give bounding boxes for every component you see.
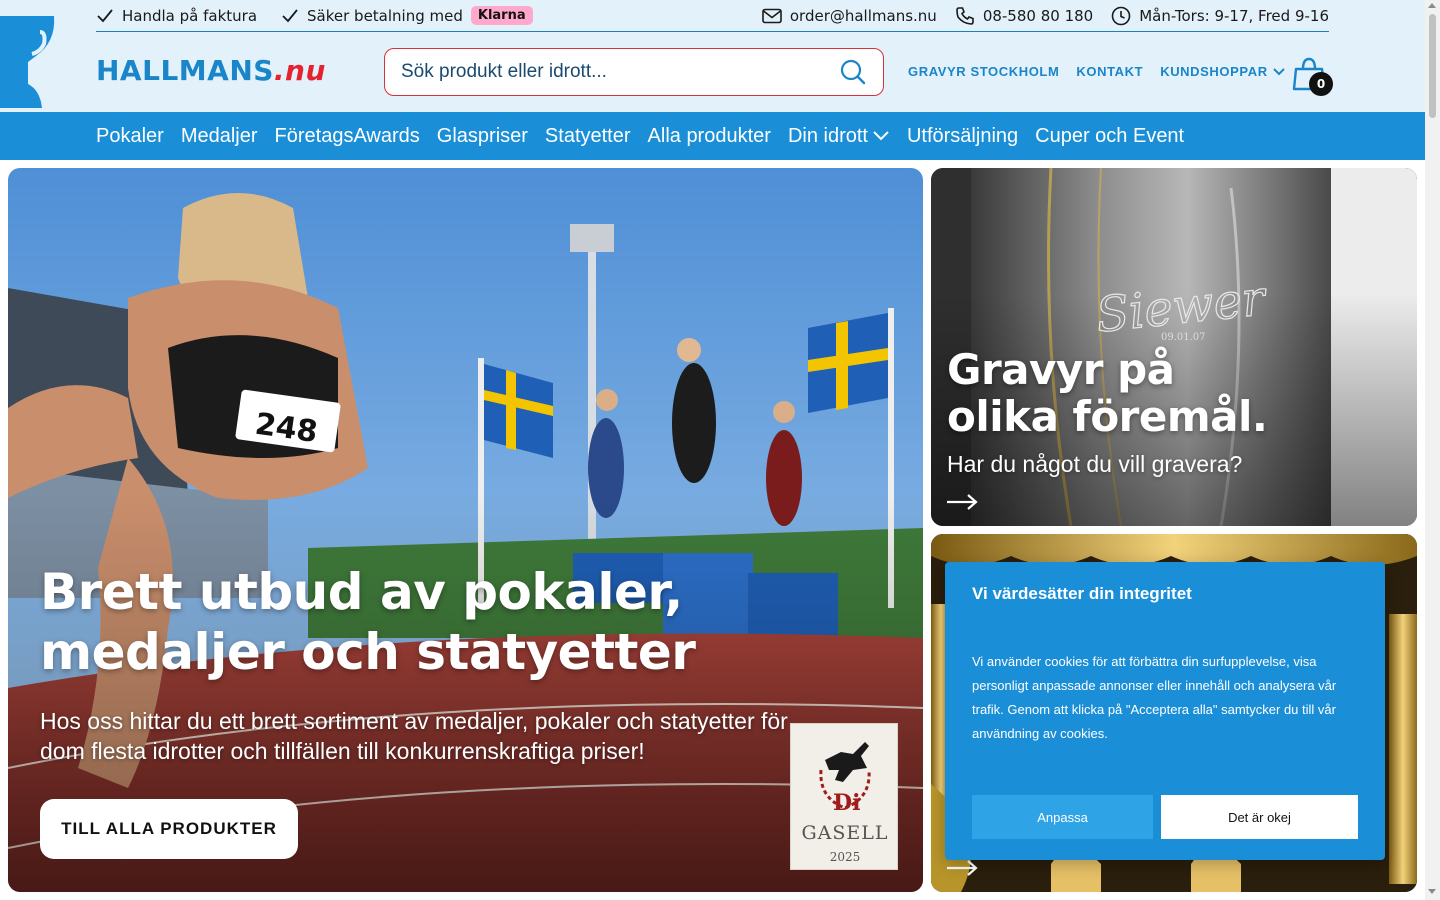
- arrow-right-icon[interactable]: [947, 493, 979, 511]
- hours-text: Mån-Tors: 9-17, Fred 9-16: [1139, 6, 1329, 25]
- badge-year: 2025: [829, 850, 861, 864]
- cookie-customize-button[interactable]: Anpassa: [972, 795, 1153, 839]
- customer-shops-dropdown[interactable]: KUNDSHOPPAR: [1160, 64, 1285, 79]
- badge-gasell-text: GASELL: [801, 822, 889, 844]
- header-links: GRAVYR STOCKHOLM KONTAKT KUNDSHOPPAR: [908, 64, 1303, 79]
- scroll-up-arrow-icon[interactable]: [1428, 3, 1436, 8]
- nav-item-alla-produkter[interactable]: Alla produkter: [648, 125, 771, 148]
- search-icon[interactable]: [839, 58, 867, 86]
- engraving-title-line1: Gravyr på: [947, 345, 1175, 394]
- scroll-down-arrow-icon[interactable]: [1428, 889, 1436, 894]
- all-products-button[interactable]: TILL ALLA PRODUKTER: [40, 799, 298, 859]
- nav-item-medaljer[interactable]: Medaljer: [181, 125, 258, 148]
- main-navigation: Pokaler Medaljer FöretagsAwards Glaspris…: [0, 112, 1425, 160]
- phone-number: 08-580 80 180: [982, 6, 1094, 25]
- page-scrollbar[interactable]: [1425, 0, 1440, 900]
- invoice-label: Handla på faktura: [122, 6, 258, 25]
- hero-banner[interactable]: 248 Brett utbud av pokaler, medaljer och…: [8, 168, 923, 892]
- checkmark-icon: [97, 8, 113, 22]
- engraving-card-subtitle: Har du något du vill gravera?: [947, 451, 1243, 477]
- checkmark-icon: [282, 8, 298, 22]
- engraving-card[interactable]: Siewer 09.01.07 Gravyr på olika föremål.…: [931, 168, 1417, 526]
- nav-item-cuper-och-event[interactable]: Cuper och Event: [1035, 125, 1184, 148]
- contact-link[interactable]: KONTAKT: [1076, 64, 1143, 79]
- chevron-down-icon: [1272, 67, 1285, 75]
- payment-label: Säker betalning med: [307, 6, 463, 25]
- search-box: [384, 48, 884, 96]
- mail-icon: [762, 8, 782, 23]
- gazelle-logo-icon: Di: [819, 742, 871, 816]
- nav-item-din-idrott[interactable]: Din idrott: [788, 125, 890, 148]
- cookie-body: Vi använder cookies för att förbättra di…: [972, 654, 1337, 741]
- email-link[interactable]: order@hallmans.nu: [762, 7, 937, 25]
- arrow-right-icon[interactable]: [947, 859, 979, 877]
- customer-shops-label: KUNDSHOPPAR: [1160, 64, 1268, 79]
- hero-athletics-image: 248: [8, 168, 923, 892]
- email-address: order@hallmans.nu: [789, 6, 937, 25]
- nav-din-idrott-label: Din idrott: [787, 124, 868, 147]
- phone-link[interactable]: 08-580 80 180: [955, 6, 1093, 26]
- hero-title: Brett utbud av pokaler, medaljer och sta…: [40, 563, 696, 681]
- opening-hours: Mån-Tors: 9-17, Fred 9-16: [1111, 6, 1329, 26]
- nav-item-utforsaljning[interactable]: Utförsäljning: [907, 125, 1018, 148]
- invoice-info: Handla på faktura: [96, 7, 257, 25]
- search-input[interactable]: [401, 61, 839, 83]
- cookie-title: Vi värdesätter din integritet: [972, 584, 1192, 603]
- logo-suffix: .nu: [273, 54, 326, 87]
- nav-item-statyetter[interactable]: Statyetter: [545, 125, 631, 148]
- engraved-date: 09.01.07: [1161, 332, 1206, 343]
- top-info-bar: Handla på faktura Säker betalning med Kl…: [96, 0, 1329, 32]
- logo-main: HALLMANS: [96, 54, 274, 87]
- phone-icon: [956, 6, 974, 25]
- cart-count-badge: 0: [1309, 72, 1333, 96]
- cookie-consent-dialog: Vi värdesätter din integritet Vi använde…: [945, 562, 1385, 860]
- nav-item-glaspriser[interactable]: Glaspriser: [437, 125, 528, 148]
- site-logo[interactable]: HALLMANS.nu: [96, 54, 326, 87]
- engraving-link[interactable]: GRAVYR STOCKHOLM: [908, 64, 1059, 79]
- engraving-title-line2: olika föremål.: [947, 392, 1268, 441]
- nav-item-foretagsawards[interactable]: FöretagsAwards: [275, 125, 420, 148]
- klarna-badge: Klarna: [470, 6, 533, 25]
- badge-di-logo: Di: [833, 790, 860, 816]
- scrollbar-thumb[interactable]: [1429, 14, 1436, 118]
- nav-item-pokaler[interactable]: Pokaler: [96, 125, 164, 148]
- payment-info: Säker betalning med Klarna: [281, 6, 533, 25]
- clock-icon: [1111, 6, 1131, 25]
- cookie-accept-button[interactable]: Det är okej: [1161, 795, 1358, 839]
- hero-subtitle: Hos oss hittar du ett brett sortiment av…: [40, 708, 788, 764]
- di-gasell-badge: Di GASELL 2025: [790, 723, 898, 870]
- engraving-card-title: Gravyr på olika föremål.: [947, 345, 1268, 441]
- chevron-down-icon: [873, 131, 889, 141]
- trophy-decoration-icon: [0, 16, 55, 108]
